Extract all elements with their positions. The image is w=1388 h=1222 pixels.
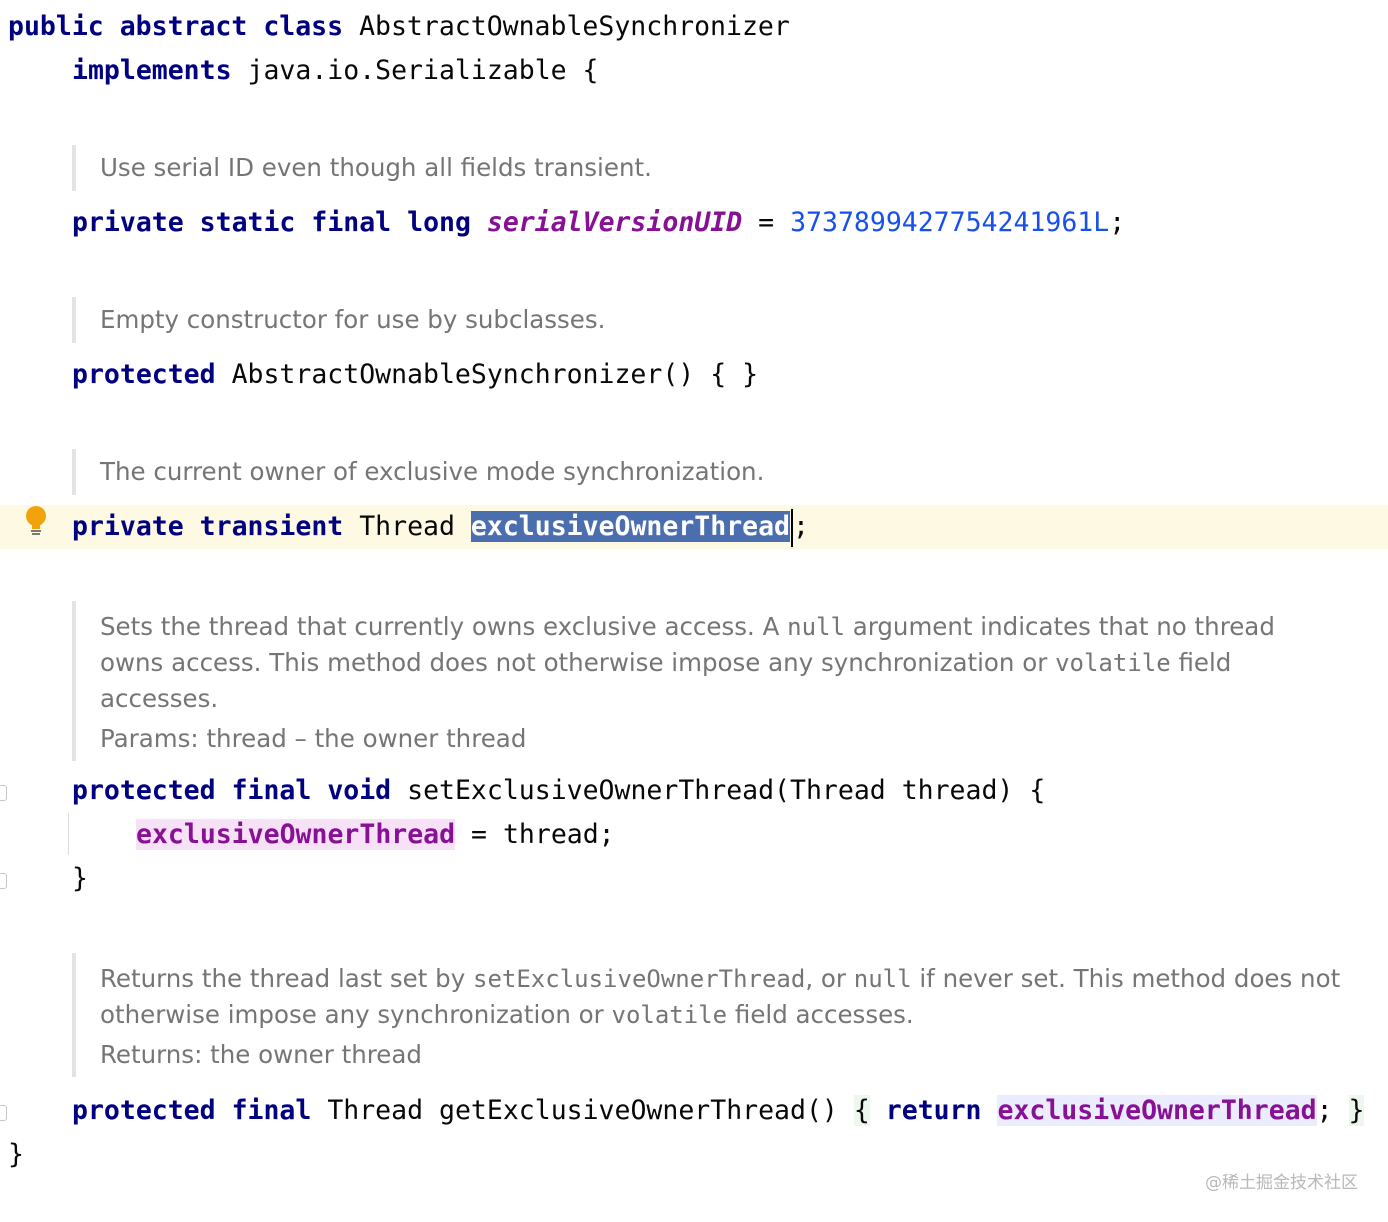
doc-paragraph: Returns the thread last set by setExclus… bbox=[100, 961, 1360, 1033]
keyword: protected bbox=[72, 1095, 216, 1126]
keyword: long bbox=[407, 207, 471, 238]
doc-code: null bbox=[787, 613, 845, 641]
semicolon: ; bbox=[1316, 1095, 1333, 1126]
folded-open-brace[interactable]: { bbox=[853, 1095, 870, 1126]
keyword: public bbox=[8, 11, 104, 42]
keyword: abstract bbox=[119, 11, 248, 42]
keyword: class bbox=[263, 11, 344, 42]
doc-text: Empty constructor for use by subclasses. bbox=[100, 305, 606, 334]
semicolon: ; bbox=[1109, 207, 1126, 238]
doc-text: , or bbox=[805, 964, 854, 993]
doc-text: The current owner of exclusive mode sync… bbox=[100, 457, 765, 486]
keyword: private bbox=[72, 511, 184, 542]
keyword: static bbox=[199, 207, 296, 238]
keyword: implements bbox=[72, 55, 232, 86]
getter-line[interactable]: protected final Thread getExclusiveOwner… bbox=[0, 1089, 1388, 1133]
doc-text: field accesses. bbox=[727, 1000, 914, 1029]
keyword: protected bbox=[72, 775, 216, 806]
implements-line[interactable]: implements java.io.Serializable { bbox=[0, 49, 1388, 93]
lightbulb-icon[interactable] bbox=[22, 505, 50, 539]
semicolon: ; bbox=[793, 511, 809, 542]
fold-marker-icon[interactable] bbox=[0, 873, 7, 889]
field-write-usage: exclusiveOwnerThread bbox=[136, 819, 456, 850]
doc-returns: Returns: the owner thread bbox=[100, 1040, 422, 1069]
field-read-usage: exclusiveOwnerThread bbox=[997, 1095, 1317, 1126]
keyword: final bbox=[311, 207, 392, 238]
code-text: setExclusiveOwnerThread(Thread thread) { bbox=[407, 775, 1046, 806]
owner-field-line[interactable]: private transient Thread exclusiveOwnerT… bbox=[0, 505, 1388, 549]
type-name: Thread bbox=[327, 1095, 424, 1126]
class-name: AbstractOwnableSynchronizer bbox=[359, 11, 790, 42]
watermark: @稀土掘金技术社区 bbox=[1205, 1173, 1358, 1193]
doc-code: null bbox=[853, 965, 912, 993]
keyword: final bbox=[231, 1095, 312, 1126]
folded-close-brace[interactable]: } bbox=[1348, 1095, 1365, 1126]
doc-comment[interactable]: Sets the thread that currently owns excl… bbox=[72, 601, 1330, 761]
code-text: AbstractOwnableSynchronizer() { } bbox=[231, 359, 759, 390]
operator: = bbox=[758, 207, 775, 238]
fold-marker-icon[interactable] bbox=[0, 785, 7, 801]
doc-text: Returns the thread last set by bbox=[100, 964, 473, 993]
doc-comment[interactable]: Empty constructor for use by subclasses. bbox=[72, 297, 605, 343]
keyword: protected bbox=[72, 359, 216, 390]
selected-field-name[interactable]: exclusiveOwnerThread bbox=[470, 511, 791, 542]
class-close-line[interactable]: } bbox=[0, 1133, 1388, 1177]
doc-code: volatile bbox=[611, 1001, 728, 1029]
doc-text: Use serial ID even though all fields tra… bbox=[100, 153, 652, 182]
keyword: return bbox=[885, 1095, 982, 1126]
fold-marker-icon[interactable] bbox=[0, 1105, 7, 1121]
doc-params: Params: thread – the owner thread bbox=[100, 724, 527, 753]
keyword: void bbox=[327, 775, 392, 806]
type-name: Thread bbox=[359, 511, 455, 542]
class-declaration-line[interactable]: public abstract class AbstractOwnableSyn… bbox=[0, 5, 1388, 49]
closing-brace: } bbox=[8, 1139, 24, 1170]
doc-code: setExclusiveOwnerThread bbox=[473, 965, 806, 993]
setter-close-line[interactable]: } bbox=[0, 857, 1388, 901]
doc-comment[interactable]: Use serial ID even though all fields tra… bbox=[72, 145, 652, 191]
keyword: final bbox=[231, 775, 312, 806]
doc-comment[interactable]: Returns the thread last set by setExclus… bbox=[72, 953, 1360, 1077]
code-text: java.io.Serializable { bbox=[247, 55, 599, 86]
doc-paragraph: Sets the thread that currently owns excl… bbox=[100, 609, 1330, 717]
setter-body-line[interactable]: exclusiveOwnerThread = thread; bbox=[0, 813, 1388, 857]
doc-comment[interactable]: The current owner of exclusive mode sync… bbox=[72, 449, 764, 495]
number-literal: 3737899427754241961L bbox=[790, 207, 1110, 238]
keyword: transient bbox=[199, 511, 344, 542]
method-name: getExclusiveOwnerThread() bbox=[439, 1095, 838, 1126]
code-text: = thread; bbox=[455, 819, 615, 850]
setter-signature-line[interactable]: protected final void setExclusiveOwnerTh… bbox=[0, 769, 1388, 813]
closing-brace: } bbox=[72, 863, 88, 894]
constructor-line[interactable]: protected AbstractOwnableSynchronizer() … bbox=[0, 353, 1388, 397]
doc-text: Sets the thread that currently owns excl… bbox=[100, 612, 788, 641]
static-field-name: serialVersionUID bbox=[486, 207, 743, 238]
doc-code: volatile bbox=[1055, 649, 1171, 677]
serial-field-line[interactable]: private static final long serialVersionU… bbox=[0, 201, 1388, 245]
keyword: private bbox=[72, 207, 184, 238]
